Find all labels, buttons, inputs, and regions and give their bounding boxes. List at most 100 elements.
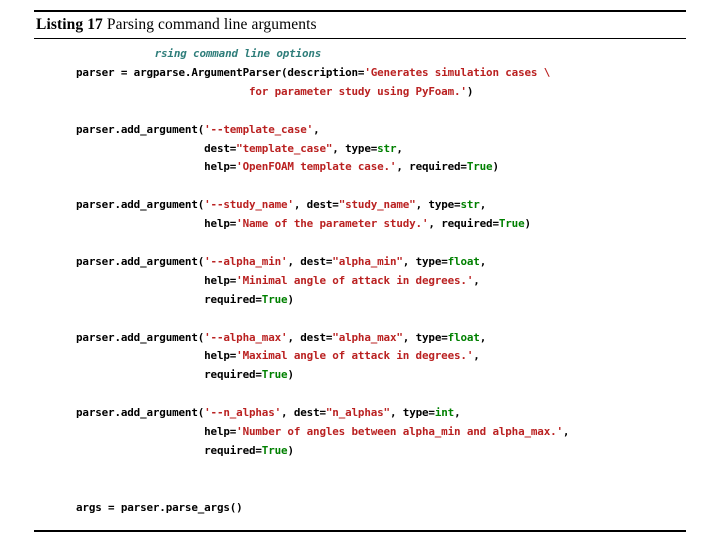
code-token: float xyxy=(447,330,480,344)
code-token: , xyxy=(454,406,461,420)
code-token: parser = argparse.ArgumentParser(descrip… xyxy=(76,65,365,79)
code-token: , dest= xyxy=(293,198,339,212)
listing-caption-title: Parsing command line arguments xyxy=(106,16,317,33)
code-line: help='OpenFOAM template case.', required… xyxy=(34,158,686,177)
code-token: "template_case" xyxy=(236,141,333,155)
code-token: parser.add_argument( xyxy=(76,122,205,136)
code-token: 'Maximal angle of attack in degrees.' xyxy=(236,349,474,363)
code-token: 'Generates simulation cases \ xyxy=(364,65,551,79)
code-token: , type= xyxy=(402,254,448,268)
code-line: help='Name of the parameter study.', req… xyxy=(34,215,686,234)
code-line: required=True) xyxy=(34,291,686,310)
code-token: '--template_case' xyxy=(204,122,314,136)
code-line: help='Maximal angle of attack in degrees… xyxy=(34,347,686,366)
code-token: 'Number of angles between alpha_min and … xyxy=(236,425,563,439)
code-line: help='Number of angles between alpha_min… xyxy=(34,423,686,442)
code-token: , xyxy=(313,122,320,136)
code-token: "study_name" xyxy=(338,198,416,212)
code-line: required=True) xyxy=(34,442,686,461)
code-token: , dest= xyxy=(281,406,326,420)
code-token: , type= xyxy=(389,406,435,420)
code-line: parser.add_argument('--n_alphas', dest="… xyxy=(34,404,686,423)
code-token: parser.add_argument( xyxy=(76,406,205,420)
code-token: True xyxy=(498,217,525,231)
code-token: help= xyxy=(76,425,237,439)
code-token: rsing command line options xyxy=(154,47,322,60)
code-token: , type= xyxy=(402,330,448,344)
code-token: help= xyxy=(76,349,237,363)
code-token: , xyxy=(479,254,487,268)
code-token: args = parser.parse_args() xyxy=(76,500,243,514)
code-token: for parameter study using PyFoam.' xyxy=(76,84,467,98)
code-token: ) xyxy=(287,443,294,457)
code-token: ) xyxy=(287,368,294,382)
code-token: , xyxy=(473,349,480,363)
code-token: , xyxy=(562,425,570,439)
code-token: help= xyxy=(76,217,237,231)
code-token: , dest= xyxy=(287,330,333,344)
code-token: ) xyxy=(287,292,294,306)
code-token: parser.add_argument( xyxy=(76,330,205,344)
code-line: parser.add_argument('--template_case', xyxy=(34,121,686,140)
code-line: rsing command line options xyxy=(34,45,686,64)
code-line: parser.add_argument('--alpha_min', dest=… xyxy=(34,253,686,272)
code-token: ) xyxy=(524,217,532,231)
listing-bottom-rule xyxy=(34,529,686,532)
code-token: '--study_name' xyxy=(204,198,294,212)
code-token: , dest= xyxy=(287,254,333,268)
code-block: rsing command line options parser = argpa… xyxy=(34,39,686,528)
code-token: , type= xyxy=(415,198,461,212)
code-token: True xyxy=(261,443,288,457)
code-token: required= xyxy=(76,368,262,382)
code-line: for parameter study using PyFoam.') xyxy=(34,83,686,102)
code-token: int xyxy=(434,406,455,420)
code-token: required= xyxy=(76,292,262,306)
code-token: dest= xyxy=(76,141,237,155)
code-line: dest="template_case", type=str, xyxy=(34,140,686,159)
code-token: help= xyxy=(76,273,237,287)
code-token: '--alpha_max' xyxy=(204,330,288,344)
code-token: , xyxy=(396,141,403,155)
listing-bottom-rule-wrap xyxy=(34,528,686,532)
code-token: required= xyxy=(76,443,262,457)
code-line: parser.add_argument('--alpha_max', dest=… xyxy=(34,329,686,348)
code-token: ) xyxy=(492,160,499,174)
code-token: parser.add_argument( xyxy=(76,198,205,212)
listing-caption-label: Listing 17 xyxy=(36,16,103,33)
code-line: help='Minimal angle of attack in degrees… xyxy=(34,272,686,291)
code-line: parser.add_argument('--study_name', dest… xyxy=(34,196,686,215)
code-token: ) xyxy=(466,84,474,98)
code-token: "alpha_max" xyxy=(332,330,403,344)
code-token: , xyxy=(479,330,487,344)
code-token: , type= xyxy=(332,141,378,155)
code-token: , required= xyxy=(396,160,467,174)
code-token: '--n_alphas' xyxy=(204,406,282,420)
code-token: 'Minimal angle of attack in degrees.' xyxy=(236,273,474,287)
code-line: args = parser.parse_args() xyxy=(34,499,686,518)
code-token: True xyxy=(466,160,493,174)
code-token: 'OpenFOAM template case.' xyxy=(236,160,397,174)
code-token: parser.add_argument( xyxy=(76,254,205,268)
code-listing-float: Listing 17 Parsing command line argument… xyxy=(34,10,686,532)
code-token: float xyxy=(447,254,480,268)
listing-caption: Listing 17 Parsing command line argument… xyxy=(34,12,686,38)
code-token: , required= xyxy=(428,217,499,231)
code-token: True xyxy=(261,292,288,306)
code-token: , xyxy=(479,198,487,212)
code-token: str xyxy=(460,198,480,212)
code-token: , xyxy=(473,273,480,287)
code-token: True xyxy=(261,368,288,382)
code-token: "alpha_min" xyxy=(332,254,403,268)
code-token: str xyxy=(377,141,397,155)
code-token: "n_alphas" xyxy=(325,406,390,420)
code-token: help= xyxy=(76,160,237,174)
code-token: 'Name of the parameter study.' xyxy=(236,217,429,231)
code-line: parser = argparse.ArgumentParser(descrip… xyxy=(34,64,686,83)
